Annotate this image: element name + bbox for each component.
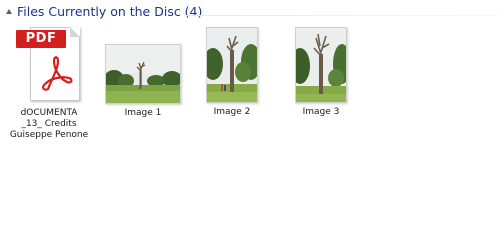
file-item-pdf[interactable]: PDF dOCUMENTA _13_ Credits Guiseppe Peno… [6, 27, 92, 141]
image-thumbnail [295, 27, 347, 103]
file-name-line: Guiseppe Penone [9, 130, 89, 140]
group-divider [184, 15, 500, 16]
file-name-label: dOCUMENTA _13_ Credits Guiseppe Penone [6, 108, 92, 141]
file-name-line: dOCUMENTA [20, 108, 78, 118]
burn-disc-file-pane: Files Currently on the Disc (4) PDF dOCU… [0, 0, 500, 248]
file-item-image-1[interactable]: Image 1 [100, 44, 186, 119]
file-item-image-2[interactable]: Image 2 [189, 27, 275, 118]
group-header-files-on-disc[interactable]: Files Currently on the Disc (4) [0, 3, 500, 23]
pdf-banner: PDF [16, 30, 66, 48]
photo-park-sculpture-icon [296, 28, 346, 102]
file-name-label: Image 1 [124, 108, 162, 118]
acrobat-logo-icon [42, 56, 73, 91]
photo-park-sculpture-icon [207, 28, 257, 102]
pdf-icon: PDF [14, 27, 84, 102]
photo-park-sculpture-icon [106, 45, 180, 103]
file-name-label: Image 3 [302, 107, 340, 117]
image-thumbnail [105, 44, 181, 104]
group-title: Files Currently on the Disc (4) [17, 4, 203, 19]
image-thumbnail [206, 27, 258, 103]
page-fold [70, 27, 80, 37]
collapse-arrow-icon[interactable] [6, 9, 12, 14]
file-name-label: Image 2 [213, 107, 251, 117]
file-name-line: _13_ Credits [21, 119, 77, 129]
file-item-image-3[interactable]: Image 3 [278, 27, 364, 118]
